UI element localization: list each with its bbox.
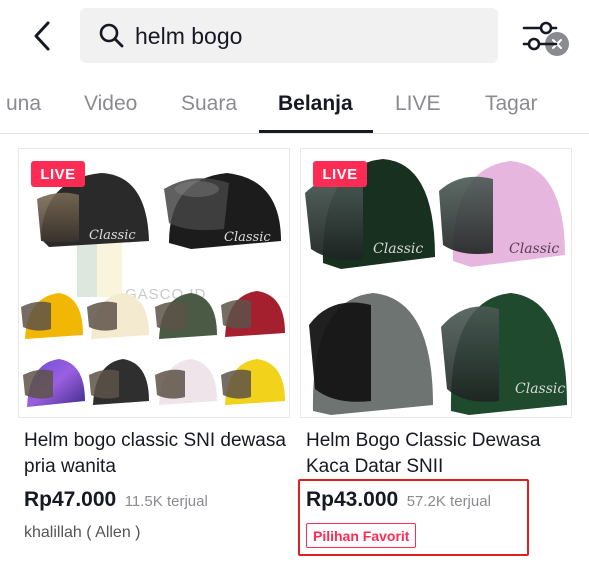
tab-bar: una Video Suara Belanja LIVE Tagar [0,78,589,134]
sold-count: 11.5K terjual [124,493,208,510]
live-badge: LIVE [31,161,85,187]
tab-video[interactable]: Video [84,92,137,116]
chevron-left-icon [34,21,50,51]
search-box[interactable] [80,8,569,63]
active-tab-indicator [259,130,373,133]
favorite-badge: Pilihan Favorit [306,523,417,548]
product-title[interactable]: Helm bogo classic SNI dewasa pria wanita [24,428,286,480]
helmet-brand-text: Classic [373,241,423,257]
product-image[interactable]: LIVE Classic Classic Classic [300,148,572,418]
product-title[interactable]: Helm Bogo Classic Dewasa Kaca Datar SNII [306,428,568,480]
filter-sliders-icon [522,21,558,51]
tab-belanja[interactable]: Belanja [278,92,353,116]
helmet-brand-text: Classic [509,241,559,257]
tab-live[interactable]: LIVE [395,92,441,116]
price-row: Rp47.000 11.5K terjual [24,488,208,512]
sold-count: 57.2K terjual [406,493,491,510]
live-badge: LIVE [313,161,367,187]
helmet-brand-text: Classic [515,381,565,397]
product-price: Rp47.000 [24,488,117,511]
tab-tagar[interactable]: Tagar [485,92,538,116]
price-row: Rp43.000 57.2K terjual [306,488,491,512]
search-icon [99,23,124,48]
helmet-brand-text: Classic [224,230,271,245]
helmet-collage-image: Classic Classic Classic [305,159,567,415]
top-bar [0,0,589,72]
shop-name[interactable]: khalillah ( Allen ) [24,524,141,542]
tab-suara[interactable]: Suara [181,92,237,116]
helmet-brand-text: Classic [89,228,136,243]
search-input[interactable] [135,16,455,56]
product-price: Rp43.000 [306,488,399,511]
tab-pengguna[interactable]: una [6,92,41,116]
back-button[interactable] [22,16,62,56]
helmet-collage-image: GASCO.ID Classic Classic [21,173,285,407]
filter-button[interactable] [520,18,560,54]
product-image[interactable]: LIVE GASCO.ID Classic Classic [18,148,290,418]
